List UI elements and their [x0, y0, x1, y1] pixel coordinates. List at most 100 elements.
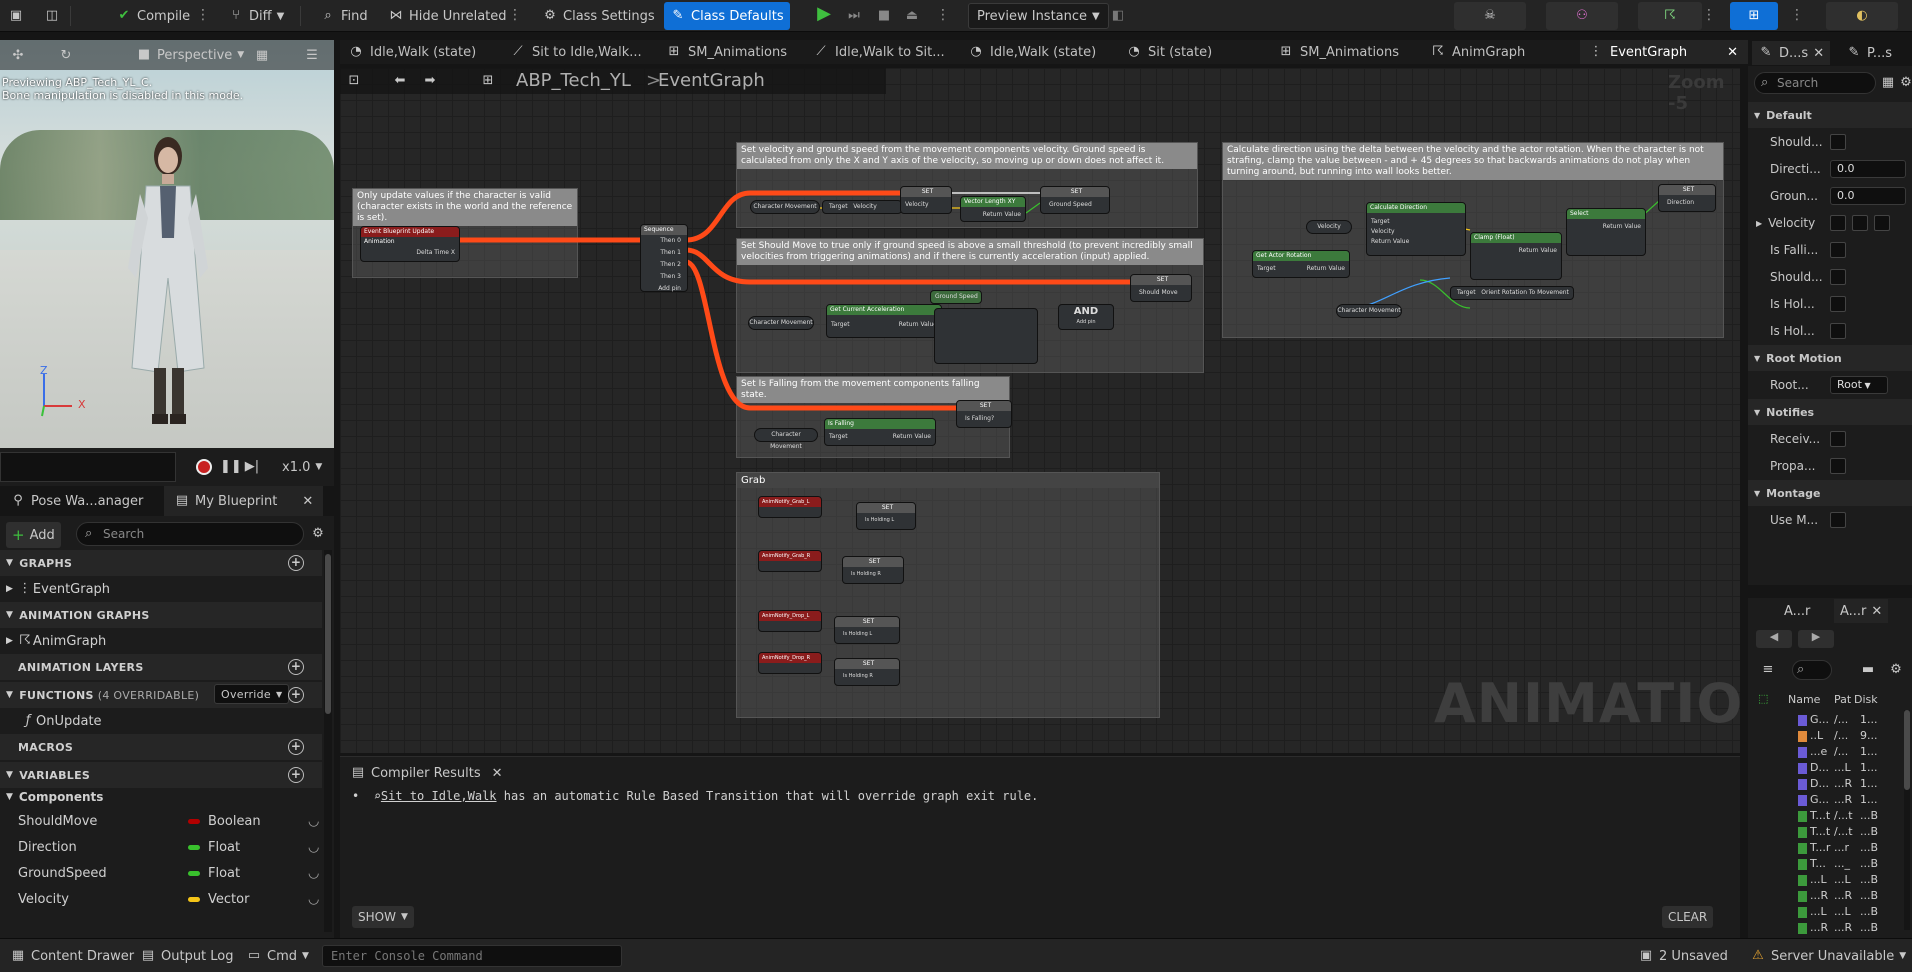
- preview-instance-dropdown[interactable]: Preview Instance ▼: [968, 3, 1109, 29]
- node-is-falling[interactable]: Is Falling Target Return Value: [824, 418, 936, 446]
- checkbox[interactable]: [1830, 323, 1846, 339]
- prop-velocity[interactable]: ▶ Velocity: [1748, 210, 1912, 236]
- document-tab[interactable]: ☈ AnimGraph: [1422, 40, 1562, 64]
- settings-gear-icon[interactable]: ⚙: [1888, 662, 1904, 678]
- debug-filter-icon[interactable]: ◧: [1110, 8, 1126, 24]
- filter-icon[interactable]: ≡: [1760, 662, 1776, 678]
- server-status-button[interactable]: ⚠ Server Unavailable ▼: [1744, 944, 1912, 968]
- timeline-field[interactable]: [0, 452, 176, 482]
- asset-row[interactable]: ...L ...L ...B: [1748, 904, 1904, 920]
- node-anim-notify-drop-r[interactable]: AnimNotify_Drop_R: [758, 652, 822, 674]
- close-icon[interactable]: ✕: [492, 766, 503, 781]
- section-animation-graphs[interactable]: ▼ ANIMATION GRAPHS: [0, 602, 322, 628]
- node-set-drop-holding-l[interactable]: SET Is Holding L: [834, 616, 900, 644]
- node-and[interactable]: AND Add pin: [1058, 304, 1114, 330]
- prop-is-holding-l[interactable]: Is Hol...: [1748, 291, 1912, 317]
- document-tab[interactable]: ⊞ SM_Animations: [658, 40, 798, 64]
- asset-row[interactable]: T... ..._ ...B: [1748, 856, 1904, 872]
- add-function-icon[interactable]: +: [288, 687, 304, 703]
- node-get-current-acceleration[interactable]: Get Current Acceleration Target Return Val…: [826, 304, 942, 338]
- document-tab[interactable]: ◔ Idle,Walk (state): [340, 40, 490, 64]
- close-icon[interactable]: ✕: [1727, 45, 1738, 60]
- console-input[interactable]: Enter Console Command: [322, 945, 622, 967]
- class-defaults-button[interactable]: ✎ Class Defaults: [664, 2, 790, 30]
- unsaved-button[interactable]: ▣ 2 Unsaved: [1632, 944, 1734, 968]
- scrollbar[interactable]: [324, 550, 332, 932]
- folder-icon[interactable]: ▬: [1860, 662, 1876, 678]
- compile-options-icon[interactable]: ⋮: [196, 7, 210, 23]
- node-clamp-float[interactable]: Clamp (Float) Return Value: [1470, 232, 1562, 280]
- variable-item[interactable]: GroundSpeed Float ◡: [0, 860, 322, 886]
- asset-row[interactable]: ..L/... 9...: [1748, 728, 1904, 744]
- add-graph-icon[interactable]: +: [288, 555, 304, 571]
- class-settings-button[interactable]: ⚙ Class Settings: [536, 4, 661, 28]
- blueprint-mode-button[interactable]: ⊞: [1730, 2, 1778, 30]
- asset-row[interactable]: ...R ...R ...B: [1748, 888, 1904, 904]
- hamburger-menu-icon[interactable]: ☰: [304, 48, 320, 64]
- prop-use-montage[interactable]: Use M...: [1748, 507, 1912, 533]
- asset-row[interactable]: D... ...L 1...: [1748, 760, 1904, 776]
- back-arrow-icon[interactable]: ◀: [1756, 630, 1792, 648]
- node-set-holding-l[interactable]: SET Is Holding L: [856, 502, 916, 530]
- visibility-eye-icon[interactable]: ◡: [308, 840, 319, 855]
- add-macro-icon[interactable]: +: [288, 739, 304, 755]
- node-set-is-falling[interactable]: SET Is Falling?: [956, 400, 1012, 428]
- tab-asset-2[interactable]: A...r ✕: [1834, 599, 1889, 623]
- hide-options-icon[interactable]: ⋮: [508, 7, 522, 23]
- mesh-mode-button[interactable]: ⚇: [1546, 2, 1618, 30]
- prop-is-falling[interactable]: Is Falli...: [1748, 237, 1912, 263]
- forward-arrow-icon[interactable]: ▶: [1798, 630, 1834, 648]
- tab-details[interactable]: ✎ D...s ✕: [1752, 41, 1831, 65]
- tab-compiler-results[interactable]: ▤ Compiler Results ✕: [344, 761, 509, 785]
- asset-row[interactable]: ...R ...R ...B: [1748, 920, 1904, 936]
- document-tab[interactable]: ⟋ Idle,Walk to Sit...: [805, 40, 955, 64]
- graph-item-eventgraph[interactable]: ▶ ⋮ EventGraph: [0, 576, 322, 602]
- checkbox[interactable]: [1830, 512, 1846, 528]
- tab-pose-watch-manager[interactable]: ⚲ Pose Wa...anager: [4, 489, 149, 513]
- find-button[interactable]: ⌕ Find: [314, 4, 374, 28]
- document-tab[interactable]: ◔ Sit (state): [1118, 40, 1258, 64]
- number-field[interactable]: 0.0: [1830, 187, 1906, 205]
- node-get-velocity[interactable]: Target Velocity: [822, 200, 902, 214]
- checkbox[interactable]: [1830, 458, 1846, 474]
- prop-is-holding-r[interactable]: Is Hol...: [1748, 318, 1912, 344]
- view-mode-icon[interactable]: ▦: [254, 48, 270, 64]
- node-set-velocity[interactable]: SET Velocity: [900, 186, 952, 214]
- node-orient-rotation[interactable]: Target Orient Rotation To Movement: [1450, 286, 1574, 300]
- node-set-drop-holding-r[interactable]: SET Is Holding R: [834, 658, 900, 686]
- close-icon[interactable]: ✕: [1813, 46, 1824, 61]
- number-field[interactable]: 0.0: [1830, 160, 1906, 178]
- asset-row[interactable]: ...L ...L ...B: [1748, 872, 1904, 888]
- vector-component-field[interactable]: [1852, 215, 1868, 231]
- section-variables[interactable]: ▼ VARIABLES +: [0, 762, 322, 788]
- visibility-eye-icon[interactable]: ◡: [308, 814, 319, 829]
- node-anim-notify-grab-l[interactable]: AnimNotify_Grab_L: [758, 496, 822, 518]
- visibility-eye-icon[interactable]: ◡: [308, 866, 319, 881]
- close-icon[interactable]: ✕: [302, 494, 313, 509]
- asset-row[interactable]: G.../... 1...: [1748, 712, 1904, 728]
- event-graph-canvas[interactable]: ⊡ ⬅ ➡ ⊞ ABP_Tech_YL > EventGraph Zoom -5…: [340, 68, 1740, 753]
- tab-asset-1[interactable]: A...r: [1778, 599, 1816, 623]
- play-options-icon[interactable]: ⋮: [936, 7, 950, 23]
- close-icon[interactable]: ✕: [1871, 604, 1882, 619]
- settings-gear-icon[interactable]: ⚙: [1898, 75, 1912, 91]
- node-calculate-direction[interactable]: Calculate Direction Target Velocity Return …: [1366, 202, 1466, 256]
- prop-root-motion[interactable]: Root... Root ▼: [1748, 372, 1912, 398]
- variable-item[interactable]: ShouldMove Boolean ◡: [0, 808, 322, 834]
- graph-item-animgraph[interactable]: ▶ ☈ AnimGraph: [0, 628, 322, 654]
- override-dropdown[interactable]: Override ▼: [214, 684, 290, 704]
- save-icon[interactable]: ▣: [8, 8, 24, 24]
- prop-direction[interactable]: Directi... 0.0: [1748, 156, 1912, 182]
- mode-options-icon[interactable]: ⋮: [1702, 7, 1716, 23]
- vector-component-field[interactable]: [1874, 215, 1890, 231]
- record-icon[interactable]: [196, 459, 212, 475]
- node-character-movement-3[interactable]: Character Movement: [754, 428, 818, 450]
- animation-mode-button[interactable]: ☈: [1638, 2, 1702, 30]
- section-root-motion[interactable]: ▼ Root Motion: [1748, 345, 1912, 371]
- variable-item[interactable]: Velocity Vector ◡: [0, 886, 322, 912]
- node-set-holding-r[interactable]: SET Is Holding R: [842, 556, 904, 584]
- node-event-update[interactable]: Event Blueprint Update Animation Delta Ti…: [360, 226, 460, 262]
- col-path[interactable]: Pat: [1834, 693, 1851, 706]
- asset-row[interactable]: ...e/... 1...: [1748, 744, 1904, 760]
- table-view-icon[interactable]: ▦: [1880, 75, 1896, 91]
